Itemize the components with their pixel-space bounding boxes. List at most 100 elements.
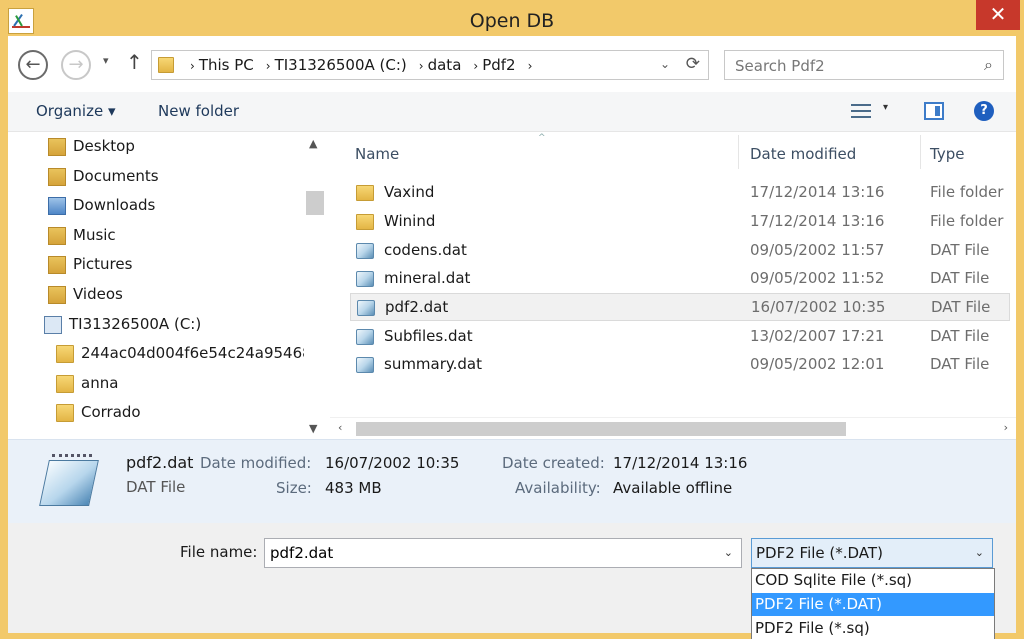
chevron-down-icon[interactable]: ▾ [883,102,888,113]
breadcrumb-separator[interactable]: › [266,59,271,73]
nav-item-label: Desktop [73,137,135,155]
table-row[interactable]: Vaxind 17/12/2014 13:16 File folder [350,179,1010,207]
file-name: pdf2.dat [385,298,449,316]
search-placeholder: Search Pdf2 [735,57,825,75]
file-date: 17/12/2014 13:16 [750,212,885,230]
nav-item-label: Corrado [81,403,141,421]
file-name: Vaxind [384,183,435,201]
navigation-pane: Desktop Documents Downloads Music Pictur… [8,133,326,439]
breadcrumb-pdf2[interactable]: Pdf2 [482,56,515,74]
navigation-row: ← → ▾ ↑ › This PC › TI31326500A (C:) › data › P… [8,36,1016,92]
file-type-select[interactable]: PDF2 File (*.DAT) ⌄ [751,538,993,568]
file-type: DAT File [930,355,990,373]
breadcrumb-this-pc[interactable]: This PC [199,56,254,74]
file-name: mineral.dat [384,269,471,287]
table-row-selected[interactable]: pdf2.dat 16/07/2002 10:35 DAT File [350,293,1010,321]
file-name-input[interactable] [265,539,715,567]
open-db-dialog: Open DB ✕ ← → ▾ ↑ › This PC › TI31326500A (… [0,0,1024,639]
table-row[interactable]: codens.dat 09/05/2002 11:57 DAT File [350,237,1010,265]
nav-pane-scrollbar[interactable]: ▲ ▼ [304,133,326,439]
scroll-right-icon[interactable]: › [1004,421,1008,434]
back-button[interactable]: ← [18,50,48,80]
file-list-horizontal-scrollbar[interactable]: ‹ › [330,417,1016,439]
scroll-up-icon[interactable]: ▲ [309,137,317,150]
file-name: summary.dat [384,355,483,373]
column-header-date-modified[interactable]: Date modified [750,145,856,163]
library-icon [48,227,66,245]
scrollbar-thumb[interactable] [356,422,846,436]
file-type-option[interactable]: COD Sqlite File (*.sq) [752,569,994,592]
breadcrumb-separator[interactable]: › [419,59,424,73]
size-value: 483 MB [325,479,382,497]
nav-item-label: Documents [73,167,159,185]
file-date: 17/12/2014 13:16 [750,183,885,201]
library-icon [48,197,66,215]
file-type: DAT File [931,298,991,316]
availability-value: Available offline [613,479,733,497]
chevron-down-icon[interactable]: ⌄ [660,57,670,71]
file-name: Winind [384,212,436,230]
breadcrumb-separator[interactable]: › [190,59,195,73]
file-name-label: File name: [180,543,258,561]
chevron-down-icon[interactable]: ⌄ [724,546,733,559]
organize-button[interactable]: Organize ▾ [36,102,116,120]
preview-pane-icon[interactable] [924,102,944,120]
window-title: Open DB [469,10,555,32]
file-type-option-highlighted[interactable]: PDF2 File (*.DAT) [752,593,994,616]
library-icon [48,138,66,156]
forward-button[interactable]: → [61,50,91,80]
breadcrumb: › This PC › TI31326500A (C:) › data › Pdf2 › [182,56,536,74]
chevron-down-icon[interactable]: ⌄ [975,546,984,559]
recent-locations-dropdown[interactable]: ▾ [103,54,109,67]
close-button[interactable]: ✕ [976,0,1020,30]
column-header-name[interactable]: Name [355,145,399,163]
column-divider[interactable] [738,135,739,169]
library-icon [48,168,66,186]
help-icon[interactable]: ? [974,101,994,121]
dat-file-icon [356,243,374,259]
nav-item-label: TI31326500A (C:) [69,315,202,333]
nav-item-label: Downloads [73,196,156,214]
table-row[interactable]: mineral.dat 09/05/2002 11:52 DAT File [350,265,1010,293]
breadcrumb-separator[interactable]: › [473,59,478,73]
size-label: Size: [276,479,312,497]
date-created-value: 17/12/2014 13:16 [613,454,748,472]
command-bar: Organize ▾ New folder ▾ ? [8,92,1016,132]
search-input[interactable]: Search Pdf2 ⌕ [724,50,1004,80]
nav-item-label: Pictures [73,255,133,273]
table-row[interactable]: summary.dat 09/05/2002 12:01 DAT File [350,351,1010,379]
file-date: 09/05/2002 11:57 [750,241,885,259]
column-divider[interactable] [920,135,921,169]
dialog-content: ← → ▾ ↑ › This PC › TI31326500A (C:) › data › P… [8,36,1016,639]
date-modified-value: 16/07/2002 10:35 [325,454,460,472]
scroll-down-icon[interactable]: ▼ [309,422,317,435]
scroll-left-icon[interactable]: ‹ [338,421,342,434]
column-header-type[interactable]: Type [930,145,964,163]
file-type: DAT File [930,269,990,287]
sort-ascending-icon: ^ [538,133,546,143]
file-type-option[interactable]: PDF2 File (*.sq) [752,617,994,639]
folder-icon [56,404,74,422]
refresh-icon[interactable]: ⟳ [686,54,700,74]
file-name: codens.dat [384,241,467,259]
table-row[interactable]: Winind 17/12/2014 13:16 File folder [350,208,1010,236]
folder-icon [56,375,74,393]
scrollbar-thumb[interactable] [306,191,324,215]
file-date: 09/05/2002 12:01 [750,355,885,373]
file-name-combobox[interactable]: ⌄ [264,538,742,568]
view-details-icon [851,104,871,118]
library-icon [48,286,66,304]
file-date: 09/05/2002 11:52 [750,269,885,287]
breadcrumb-separator[interactable]: › [528,59,533,73]
table-row[interactable]: Subfiles.dat 13/02/2007 17:21 DAT File [350,323,1010,351]
address-bar[interactable]: › This PC › TI31326500A (C:) › data › Pdf2 › ⌄ ⟳ [151,50,709,80]
file-list: ^ Name Date modified Type Vaxind 17/12/20… [330,133,1016,439]
change-view-button[interactable]: ▾ [851,102,891,122]
folder-icon [158,57,174,73]
new-folder-button[interactable]: New folder [158,102,239,120]
up-one-level-button[interactable]: ↑ [126,50,143,74]
breadcrumb-data[interactable]: data [428,56,462,74]
breadcrumb-drive[interactable]: TI31326500A (C:) [275,56,407,74]
file-type: DAT File [930,327,990,345]
search-icon[interactable]: ⌕ [984,55,993,75]
